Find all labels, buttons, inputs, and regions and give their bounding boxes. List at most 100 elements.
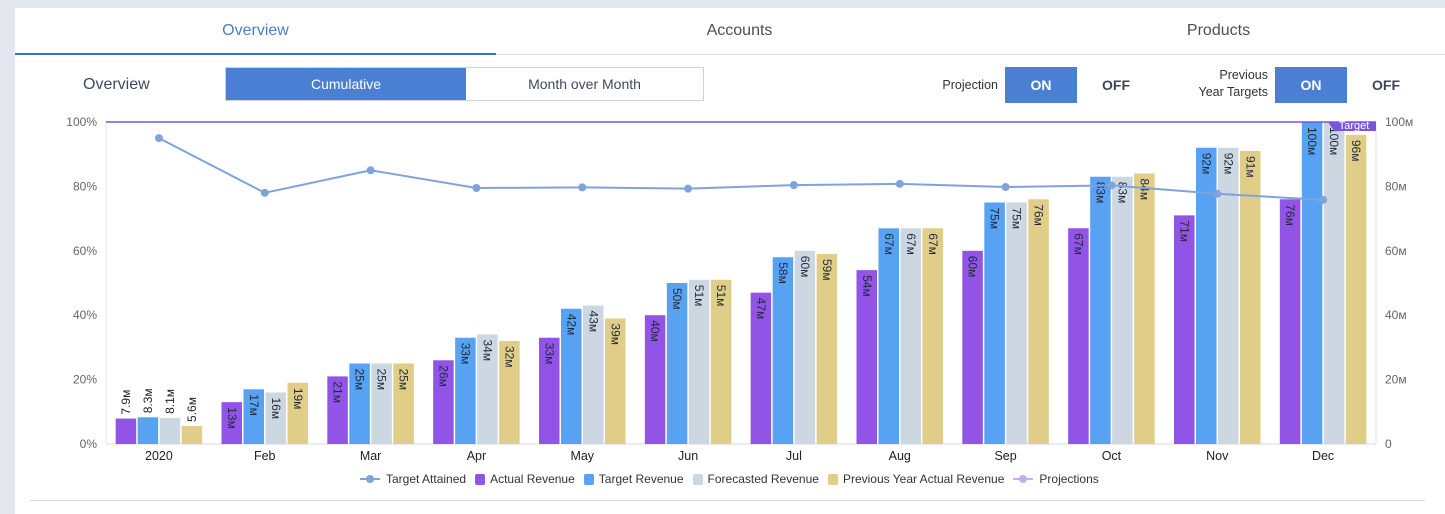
y-left-tick-label: 80% [73, 179, 97, 193]
legend-item-projections[interactable]: Projections [1013, 472, 1099, 486]
y-left-tick-label: 60% [73, 244, 97, 258]
legend-label: Target Revenue [598, 472, 684, 486]
previous-year-targets-off-button[interactable]: OFF [1350, 67, 1422, 103]
bar-data-label: 33м [542, 343, 556, 365]
bar-forecast [159, 417, 181, 444]
bar-prev-year [1028, 199, 1049, 444]
tab-overview-label: Overview [222, 22, 289, 39]
tab-overview[interactable]: Overview [15, 8, 496, 55]
projection-off-button[interactable]: OFF [1080, 67, 1152, 103]
bar-data-label: 19м [291, 388, 305, 410]
previous-year-targets-label: Previous Year Targets [1180, 67, 1269, 101]
bar-data-label: 60м [966, 256, 980, 278]
bar-data-label: 25м [353, 369, 367, 391]
view-mode-segmented-control: Cumulative Month over Month [225, 67, 704, 101]
x-tick-label: Feb [254, 449, 276, 463]
x-tick-label: Oct [1102, 449, 1122, 463]
bar-forecast [794, 250, 816, 444]
bar-data-label: 17м [247, 394, 261, 416]
bar-data-label: 42м [564, 314, 578, 336]
bar-data-label: 58м [776, 262, 790, 284]
bar-target [878, 228, 899, 444]
bar-actual [962, 250, 983, 444]
bar-data-label: 67м [926, 233, 940, 255]
target-attained-point [472, 184, 481, 193]
bar-target [1301, 122, 1323, 444]
bar-data-label: 51м [692, 285, 706, 307]
bar-data-label: 25м [375, 369, 389, 391]
previous-year-targets-label-line2: Year Targets [1198, 85, 1269, 99]
legend-swatch-icon [475, 473, 486, 485]
bar-data-label: 51м [714, 285, 728, 307]
controls-bar: Overview Cumulative Month over Month Pro… [15, 66, 1445, 104]
bar-data-label: 34м [480, 340, 494, 362]
month-over-month-button[interactable]: Month over Month [466, 68, 703, 100]
bar-data-label: 76м [1032, 204, 1046, 226]
legend-item-forecasted-revenue[interactable]: Forecasted Revenue [692, 472, 819, 486]
y-left-tick-label: 100% [66, 115, 97, 129]
bar-forecast [900, 228, 921, 444]
x-tick-label: 2020 [145, 449, 173, 463]
legend-item-target-attained[interactable]: Target Attained [360, 472, 466, 486]
x-tick-label: Jun [678, 449, 698, 463]
legend-label: Target Attained [386, 472, 467, 486]
target-attained-point [1213, 189, 1222, 198]
chart-legend: Target Attained Actual Revenue Target Re… [360, 470, 1108, 488]
bar-data-label: 50м [670, 288, 684, 310]
projection-on-button[interactable]: ON [1005, 67, 1077, 103]
dashboard-card: Overview Accounts Products Overview Cumu… [15, 8, 1445, 514]
bar-data-label: 43м [586, 311, 600, 333]
tab-accounts-label: Accounts [706, 22, 773, 39]
section-label: Overview [83, 76, 150, 93]
tab-products[interactable]: Products [978, 8, 1445, 54]
target-attained-point [366, 166, 375, 175]
legend-item-actual-revenue[interactable]: Actual Revenue [475, 472, 575, 486]
legend-swatch-icon [583, 473, 594, 485]
bar-data-label: 75м [1010, 208, 1024, 230]
bar-data-label: 5.6м [185, 397, 199, 422]
bar-data-label: 96м [1349, 140, 1363, 162]
tab-accounts[interactable]: Accounts [499, 8, 980, 54]
x-tick-label: Apr [467, 449, 486, 463]
cumulative-button[interactable]: Cumulative [226, 68, 466, 100]
legend-item-target-revenue[interactable]: Target Revenue [583, 472, 684, 486]
bar-data-label: 33м [458, 343, 472, 365]
x-tick-label: Sep [994, 449, 1016, 463]
tab-products-label: Products [1186, 22, 1251, 39]
target-attained-point [578, 183, 587, 192]
legend-label: Projections [1039, 472, 1099, 486]
legend-item-previous-year-actual-revenue[interactable]: Previous Year Actual Revenue [827, 472, 1004, 486]
bar-data-label: 76м [1283, 204, 1297, 226]
y-left-tick-label: 40% [73, 308, 97, 322]
legend-line-marker-icon [360, 474, 380, 484]
bar-target [1090, 176, 1111, 444]
tab-bar: Overview Accounts Products [15, 8, 1445, 55]
revenue-chart: 0% 20% 40% 60% 80% 100% 0 20м 40м 60м 80м 100м 7.9м 8… [15, 108, 1445, 508]
legend-label: Forecasted Revenue [707, 472, 819, 486]
bar-forecast [1112, 176, 1133, 444]
bar-data-label: 75м [988, 208, 1002, 230]
legend-swatch-icon [692, 473, 703, 485]
bar-data-label: 47м [754, 298, 768, 320]
bar-data-label: 100м [1305, 127, 1319, 155]
legend-line-marker-icon [1013, 474, 1034, 484]
y-right-tick-label: 20м [1385, 373, 1407, 387]
previous-year-targets-on-button[interactable]: ON [1275, 67, 1347, 103]
chart-svg: 0% 20% 40% 60% 80% 100% 0 20м 40м 60м 80м 100м 7.9м 8… [66, 115, 1413, 463]
x-tick-label: Nov [1206, 449, 1229, 463]
bar-data-label: 59м [820, 259, 834, 281]
bar-data-label: 67м [904, 233, 918, 255]
bar-data-label: 32м [502, 346, 516, 368]
target-attained-point [154, 134, 163, 143]
y-right-tick-label: 100м [1385, 115, 1413, 129]
x-tick-label: Aug [889, 449, 911, 463]
bar-forecast [1006, 202, 1027, 444]
bar-data-label: 26м [436, 365, 450, 387]
bar-prev-year [1345, 134, 1367, 444]
target-attained-point [895, 179, 904, 188]
bar-forecast [1323, 122, 1345, 444]
x-tick-label: Dec [1312, 449, 1334, 463]
target-attained-point [1107, 181, 1116, 190]
bar-data-label: 13м [225, 407, 239, 429]
target-attained-point [684, 184, 693, 193]
